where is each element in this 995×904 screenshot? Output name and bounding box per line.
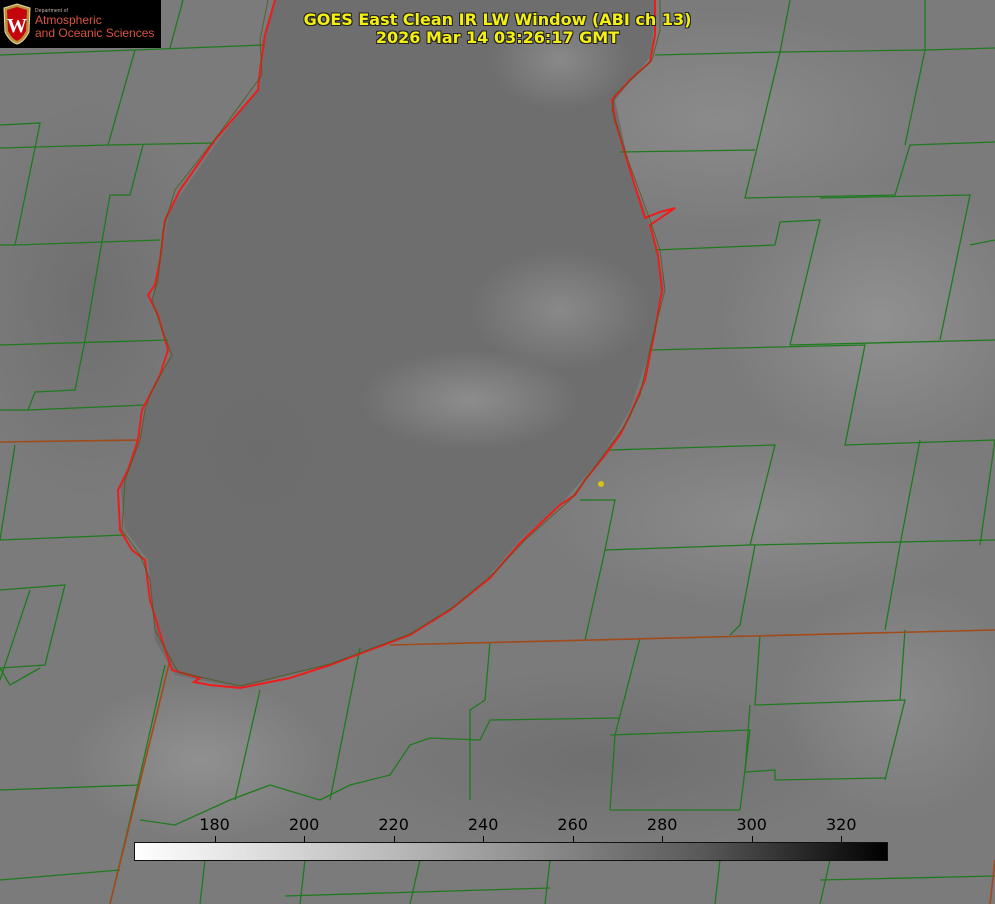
- colorbar-tick-label: 240: [467, 815, 499, 834]
- colorbar-tick-mark: [751, 836, 753, 842]
- colorbar-tick-label: 300: [736, 815, 767, 834]
- colorbar-tick-label: 200: [288, 815, 320, 834]
- colorbar-tick-mark: [483, 836, 485, 842]
- temperature-colorbar: [134, 842, 888, 861]
- colorbar-tick-mark: [662, 836, 664, 842]
- colorbar-tick-mark: [572, 836, 574, 842]
- title-product: GOES East Clean IR LW Window (ABI ch 13): [303, 10, 692, 29]
- satellite-map: [0, 0, 995, 904]
- colorbar-tick-label: 280: [646, 815, 678, 834]
- colorbar-tick-label: 260: [557, 815, 588, 834]
- colorbar-tick-mark: [393, 836, 395, 842]
- station-dot-icon: [598, 481, 604, 487]
- colorbar-tick-mark: [304, 836, 306, 842]
- satellite-image-viewer: W Department of Atmospheric and Oceanic …: [0, 0, 995, 904]
- colorbar-tick-label: 320: [825, 815, 857, 834]
- colorbar-tick-label: 180: [199, 815, 230, 834]
- colorbar-tick-mark: [841, 836, 843, 842]
- colorbar-tick-label: 220: [378, 815, 409, 834]
- title-timestamp: 2026 Mar 14 03:26:17 GMT: [375, 28, 620, 47]
- image-title: GOES East Clean IR LW Window (ABI ch 13)…: [0, 11, 995, 47]
- colorbar-tick-mark: [214, 836, 216, 842]
